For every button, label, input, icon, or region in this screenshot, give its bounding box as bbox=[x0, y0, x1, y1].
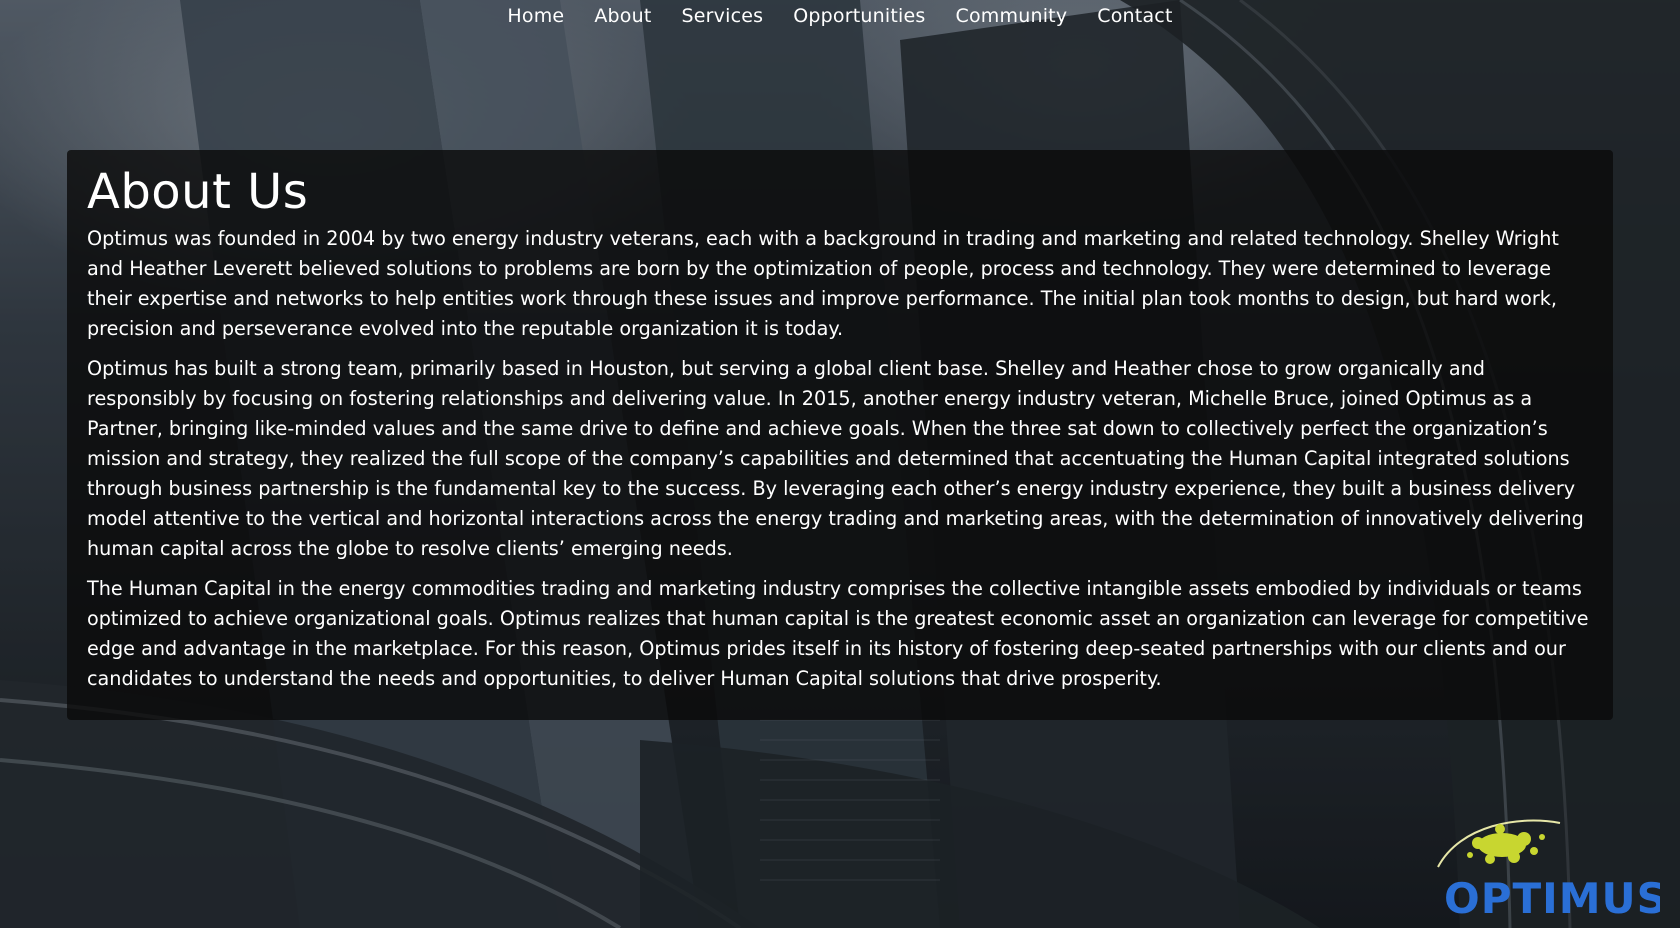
nav-opportunities[interactable]: Opportunities bbox=[793, 5, 925, 27]
nav-services[interactable]: Services bbox=[682, 5, 764, 27]
about-paragraph-3: The Human Capital in the energy commodit… bbox=[87, 577, 1589, 690]
main-nav: Home About Services Opportunities Commun… bbox=[0, 0, 1680, 32]
about-paragraph-2: Optimus has built a strong team, primari… bbox=[87, 357, 1584, 560]
logo-graphic: OPTIMUS bbox=[1437, 819, 1667, 923]
about-paragraph-1: Optimus was founded in 2004 by two energ… bbox=[87, 227, 1559, 340]
logo-splash-icon bbox=[1467, 824, 1545, 864]
nav-home[interactable]: Home bbox=[507, 5, 564, 27]
nav-community[interactable]: Community bbox=[956, 5, 1068, 27]
page: Home About Services Opportunities Commun… bbox=[0, 0, 1680, 928]
logo-text: OPTIMUS bbox=[1444, 874, 1660, 923]
nav-contact[interactable]: Contact bbox=[1097, 5, 1172, 27]
nav-about[interactable]: About bbox=[594, 5, 651, 27]
optimus-logo[interactable]: OPTIMUS bbox=[1430, 815, 1667, 923]
page-title: About Us bbox=[87, 164, 309, 220]
about-panel: About Us Optimus was founded in 2004 by … bbox=[67, 150, 1613, 720]
